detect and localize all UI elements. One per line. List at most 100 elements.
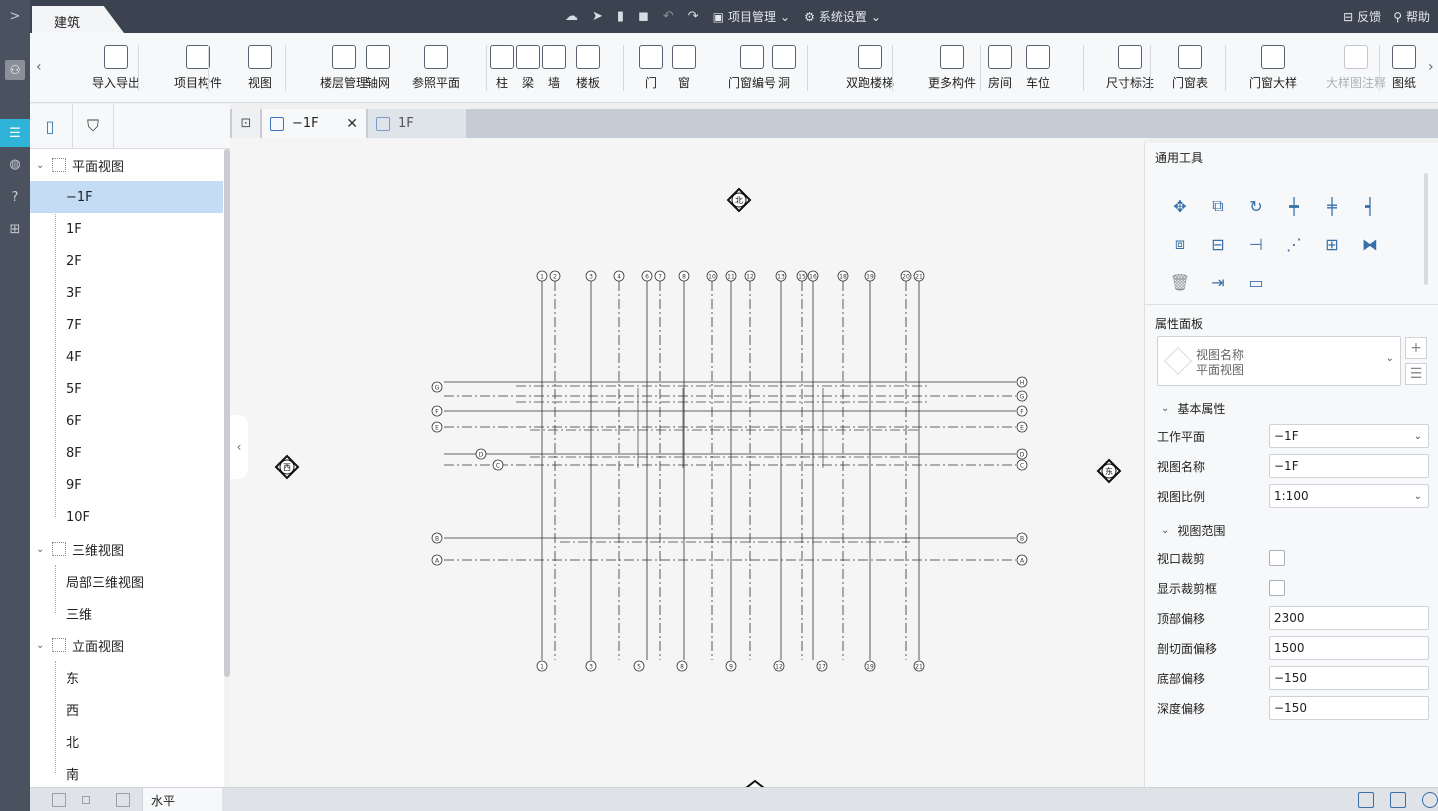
tree-item[interactable]: 9F (30, 469, 223, 501)
system-settings-menu[interactable]: ⚙ 系统设置 ⌄ (804, 8, 881, 25)
property-select[interactable]: 1:100 ⌄ (1269, 484, 1429, 508)
property-input[interactable]: 2300 (1269, 606, 1429, 630)
slab-button[interactable]: 楼板 (576, 33, 600, 103)
parking-button[interactable]: 车位 (1026, 33, 1050, 103)
tile-icon[interactable] (116, 793, 130, 807)
hole-button[interactable]: 洞 (772, 33, 796, 103)
expand-icon[interactable]: > (0, 2, 30, 30)
apps-grid-icon[interactable]: ⊞ (0, 215, 30, 243)
tree-item[interactable]: −1F (30, 181, 223, 213)
tree-item[interactable]: 2F (30, 245, 223, 277)
door-window-detail-button[interactable]: 门窗大样 (1249, 33, 1297, 103)
feedback-button[interactable]: ⊟ 反馈 (1343, 8, 1381, 25)
help-button[interactable]: ⚲ 帮助 (1393, 8, 1430, 25)
beam-button[interactable]: 梁 (516, 33, 540, 103)
tree-item[interactable]: 南 (30, 757, 223, 787)
property-input[interactable]: −150 (1269, 696, 1429, 720)
tree-item[interactable]: 北 (30, 725, 223, 757)
property-checkbox[interactable] (1269, 550, 1285, 566)
undo-icon[interactable]: ↶ (663, 9, 674, 24)
trim-icon[interactable]: ┿ (1283, 195, 1305, 217)
copy-icon[interactable]: ⧉ (1207, 195, 1229, 217)
view-type-selector[interactable]: 视图名称 平面视图 ⌄ (1157, 336, 1401, 386)
double-stair-button[interactable]: 双跑楼梯 (846, 33, 894, 103)
app-tab-architecture[interactable]: 建筑 (32, 6, 124, 33)
more-components-button[interactable]: 更多构件 (928, 33, 976, 103)
tree-item[interactable]: 8F (30, 437, 223, 469)
detail-annotation-button[interactable]: 大样图注释 (1326, 33, 1386, 103)
ref-plane-button[interactable]: 参照平面 (412, 33, 460, 103)
ruler-icon[interactable]: ▭ (1245, 271, 1267, 293)
door-button[interactable]: 门 (639, 33, 663, 103)
view-range-group[interactable]: ⌄ 视图范围 (1161, 522, 1225, 539)
tree-item[interactable]: 3F (30, 277, 223, 309)
drawing-canvas[interactable]: 1 2 3 4 6 7 8 10 11 12 13 15 16 18 19 20 21 1 3 5 8 9 12 17 19 21… (230, 138, 1144, 787)
floor-plan-drawing[interactable]: 1 2 3 4 6 7 8 10 11 12 13 15 16 18 19 20 211 3 5 8 9 12 17 19 21… (230, 138, 1144, 787)
cloud-icon[interactable]: ☁ (565, 9, 578, 24)
tab-active[interactable]: −1F ✕ (262, 109, 366, 138)
align-icon[interactable]: ⊟ (1207, 233, 1229, 255)
ribbon-scroll-left-icon[interactable]: ‹ (36, 59, 42, 75)
view-3d-icon[interactable] (1390, 792, 1406, 808)
zoom-icon[interactable] (1422, 792, 1438, 808)
cube-icon[interactable]: ◼ (638, 9, 649, 24)
tree-item[interactable]: 东 (30, 661, 223, 693)
grid-view-icon[interactable] (52, 793, 66, 807)
drawing-button[interactable]: 图纸 (1392, 33, 1416, 103)
filter-icon[interactable]: ⛉ (72, 104, 114, 148)
tree-item[interactable]: 6F (30, 405, 223, 437)
settings-button[interactable]: ☰ (1405, 363, 1427, 385)
array-icon[interactable]: ⋰ (1283, 233, 1305, 255)
split-icon[interactable]: ╪ (1321, 195, 1343, 217)
list-icon[interactable]: ☰ (0, 119, 30, 147)
tree-group[interactable]: ⌄ 立面视图 (30, 629, 223, 661)
offset-icon[interactable]: ⧈ (1169, 233, 1191, 255)
delete-icon[interactable]: 🗑 (1169, 271, 1191, 293)
ribbon-scroll-right-icon[interactable]: › (1428, 59, 1434, 75)
door-window-number-button[interactable]: 门窗编号 (728, 33, 776, 103)
tree-item[interactable]: 4F (30, 341, 223, 373)
help-circle-icon[interactable]: ? (0, 183, 30, 211)
tree-item[interactable]: 三维 (30, 597, 223, 629)
tree-item[interactable]: 西 (30, 693, 223, 725)
rotate-icon[interactable]: ↻ (1245, 195, 1267, 217)
redo-icon[interactable]: ↷ (688, 9, 699, 24)
basic-props-group[interactable]: ⌄ 基本属性 (1161, 400, 1225, 417)
tree-item[interactable]: 5F (30, 373, 223, 405)
dimension-button[interactable]: 尺寸标注 (1106, 33, 1154, 103)
window-button[interactable]: 窗 (672, 33, 696, 103)
door-window-table-button[interactable]: 门窗表 (1172, 33, 1208, 103)
tree-group[interactable]: ⌄ 平面视图 (30, 149, 223, 181)
tree-group[interactable]: ⌄ 三维视图 (30, 533, 223, 565)
view-2d-icon[interactable] (1358, 792, 1374, 808)
compass-icon[interactable]: ◍ (0, 150, 30, 178)
export-icon[interactable]: ⇥ (1207, 271, 1229, 293)
align-right-icon[interactable]: ⊣ (1245, 233, 1267, 255)
room-button[interactable]: 房间 (988, 33, 1012, 103)
extend-icon[interactable]: ┥ (1359, 195, 1381, 217)
property-input[interactable]: −1F (1269, 454, 1429, 478)
wall-button[interactable]: 墙 (542, 33, 566, 103)
tree-item[interactable]: 7F (30, 309, 223, 341)
small-square-icon[interactable] (82, 796, 90, 804)
project-mgmt-menu[interactable]: ▣ 项目管理 ⌄ (713, 8, 790, 25)
import-export-button[interactable]: 导入导出 (92, 33, 140, 103)
mirror-icon[interactable]: ⧓ (1359, 233, 1381, 255)
tree-item[interactable]: 1F (30, 213, 223, 245)
axis-grid-button[interactable]: 轴网 (366, 33, 390, 103)
column-button[interactable]: 柱 (490, 33, 514, 103)
user-avatar-icon[interactable]: ⚇ (0, 56, 30, 84)
add-button[interactable]: + (1405, 337, 1427, 359)
close-icon[interactable]: ✕ (346, 116, 358, 132)
property-select[interactable]: −1F ⌄ (1269, 424, 1429, 448)
grid-array-icon[interactable]: ⊞ (1321, 233, 1343, 255)
tools-scrollbar[interactable] (1424, 173, 1428, 285)
tab-home-icon[interactable]: ⊡ (232, 109, 260, 138)
tree-item[interactable]: 局部三维视图 (30, 565, 223, 597)
file-icon[interactable]: ▮ (617, 9, 624, 24)
tab-inactive[interactable]: 1F (368, 109, 466, 138)
property-checkbox[interactable] (1269, 580, 1285, 596)
property-input[interactable]: −150 (1269, 666, 1429, 690)
tree-item[interactable]: 10F (30, 501, 223, 533)
panel-view-icon[interactable]: ▯ (30, 104, 70, 148)
